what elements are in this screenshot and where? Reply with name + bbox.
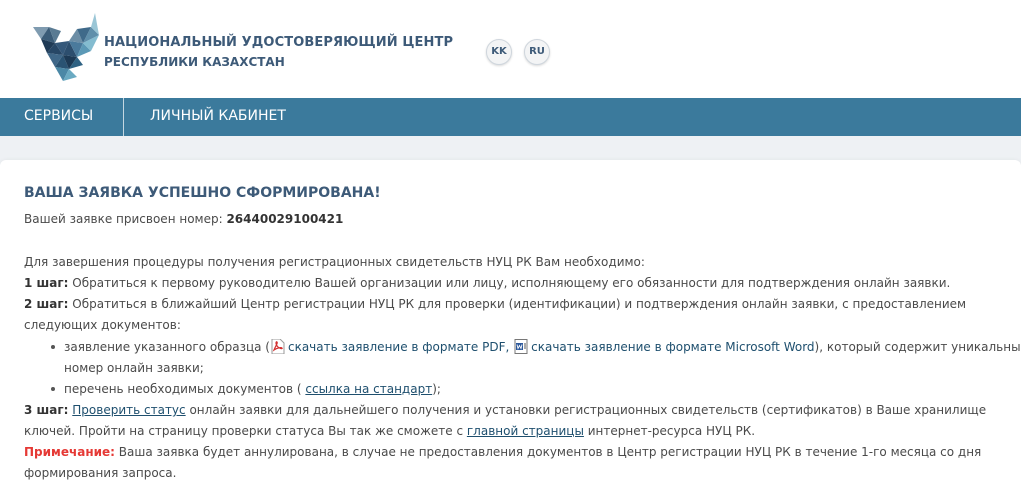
note-line-continued: формирования запроса. <box>24 466 177 480</box>
step3-text-c: интернет-ресурса НУЦ РК. <box>583 424 756 438</box>
organization-name: НАЦИОНАЛЬНЫЙ УДОСТОВЕРЯЮЩИЙ ЦЕНТР РЕСПУБ… <box>104 35 453 71</box>
step2-line-continued: следующих документов: <box>24 318 181 332</box>
result-panel: ВАША ЗАЯВКА УСПЕШНО СФОРМИРОВАНА! Вашей … <box>0 160 1021 493</box>
step3-line: 3 шаг: Проверить статус онлайн заявки дл… <box>24 400 986 421</box>
step1-label: 1 шаг: <box>24 276 69 290</box>
org-name-line1: НАЦИОНАЛЬНЫЙ УДОСТОВЕРЯЮЩИЙ ЦЕНТР <box>104 35 454 50</box>
step1-line: 1 шаг: Обратиться к первому руководителю… <box>24 273 950 294</box>
step2-label: 2 шаг: <box>24 297 69 311</box>
request-number-value: 26440029100421 <box>226 212 344 226</box>
note-text: Ваша заявка будет аннулирована, в случае… <box>114 445 982 459</box>
download-word-link[interactable]: скачать заявление в формате Microsoft Wo… <box>531 340 814 354</box>
nav-services[interactable]: СЕРВИСЫ <box>0 98 124 136</box>
step3-line-continued: ключей. Пройти на страницу проверки стат… <box>24 421 755 442</box>
bullet2-text: перечень необходимых документов ( <box>64 382 306 396</box>
bullet2-text-end: ); <box>432 382 441 396</box>
step2-line: 2 шаг: Обратиться в ближайший Центр реги… <box>24 294 966 315</box>
main-navigation: СЕРВИСЫ ЛИЧНЫЙ КАБИНЕТ <box>0 98 1021 136</box>
pdf-file-icon[interactable] <box>271 339 285 354</box>
step1-text: Обратиться к первому руководителю Вашей … <box>68 276 951 290</box>
check-status-link[interactable]: Проверить статус <box>72 403 185 417</box>
step3-text: онлайн заявки для дальнейшего получения … <box>185 403 987 417</box>
bullet <box>51 387 55 391</box>
note-line: Примечание: Ваша заявка будет аннулирова… <box>24 442 981 463</box>
language-ru-button[interactable]: RU <box>524 39 550 65</box>
page-title: ВАША ЗАЯВКА УСПЕШНО СФОРМИРОВАНА! <box>24 185 381 201</box>
request-number-line: Вашей заявке присвоен номер: 26440029100… <box>24 209 343 230</box>
step3-text-b: ключей. Пройти на страницу проверки стат… <box>24 424 467 438</box>
intro-text: Для завершения процедуры получения регис… <box>24 255 645 269</box>
word-file-icon[interactable] <box>514 339 528 354</box>
note-label: Примечание: <box>24 445 115 459</box>
bullet1-continued: номер онлайн заявки; <box>64 361 204 375</box>
org-name-line2: РЕСПУБЛИКИ КАЗАХСТАН <box>104 55 285 69</box>
standard-link[interactable]: ссылка на стандарт <box>305 382 432 396</box>
nuc-logo[interactable] <box>33 13 99 81</box>
step3-label: 3 шаг: <box>24 403 69 417</box>
main-page-link[interactable]: главной страницы <box>467 424 584 438</box>
bullet1-text-end: ), который содержит уникальный <box>814 340 1021 354</box>
nav-personal-cabinet[interactable]: ЛИЧНЫЙ КАБИНЕТ <box>124 98 286 136</box>
language-kk-button[interactable]: KK <box>486 39 512 65</box>
request-number-label: Вашей заявке присвоен номер: <box>24 212 227 226</box>
site-header: НАЦИОНАЛЬНЫЙ УДОСТОВЕРЯЮЩИЙ ЦЕНТР РЕСПУБ… <box>0 0 1021 98</box>
bullet1-text: заявление указанного образца ( <box>64 340 270 354</box>
bullet <box>51 345 55 349</box>
download-pdf-link[interactable]: скачать заявление в формате PDF, <box>288 340 509 354</box>
step2-text: Обратиться в ближайший Центр регистрации… <box>68 297 967 311</box>
